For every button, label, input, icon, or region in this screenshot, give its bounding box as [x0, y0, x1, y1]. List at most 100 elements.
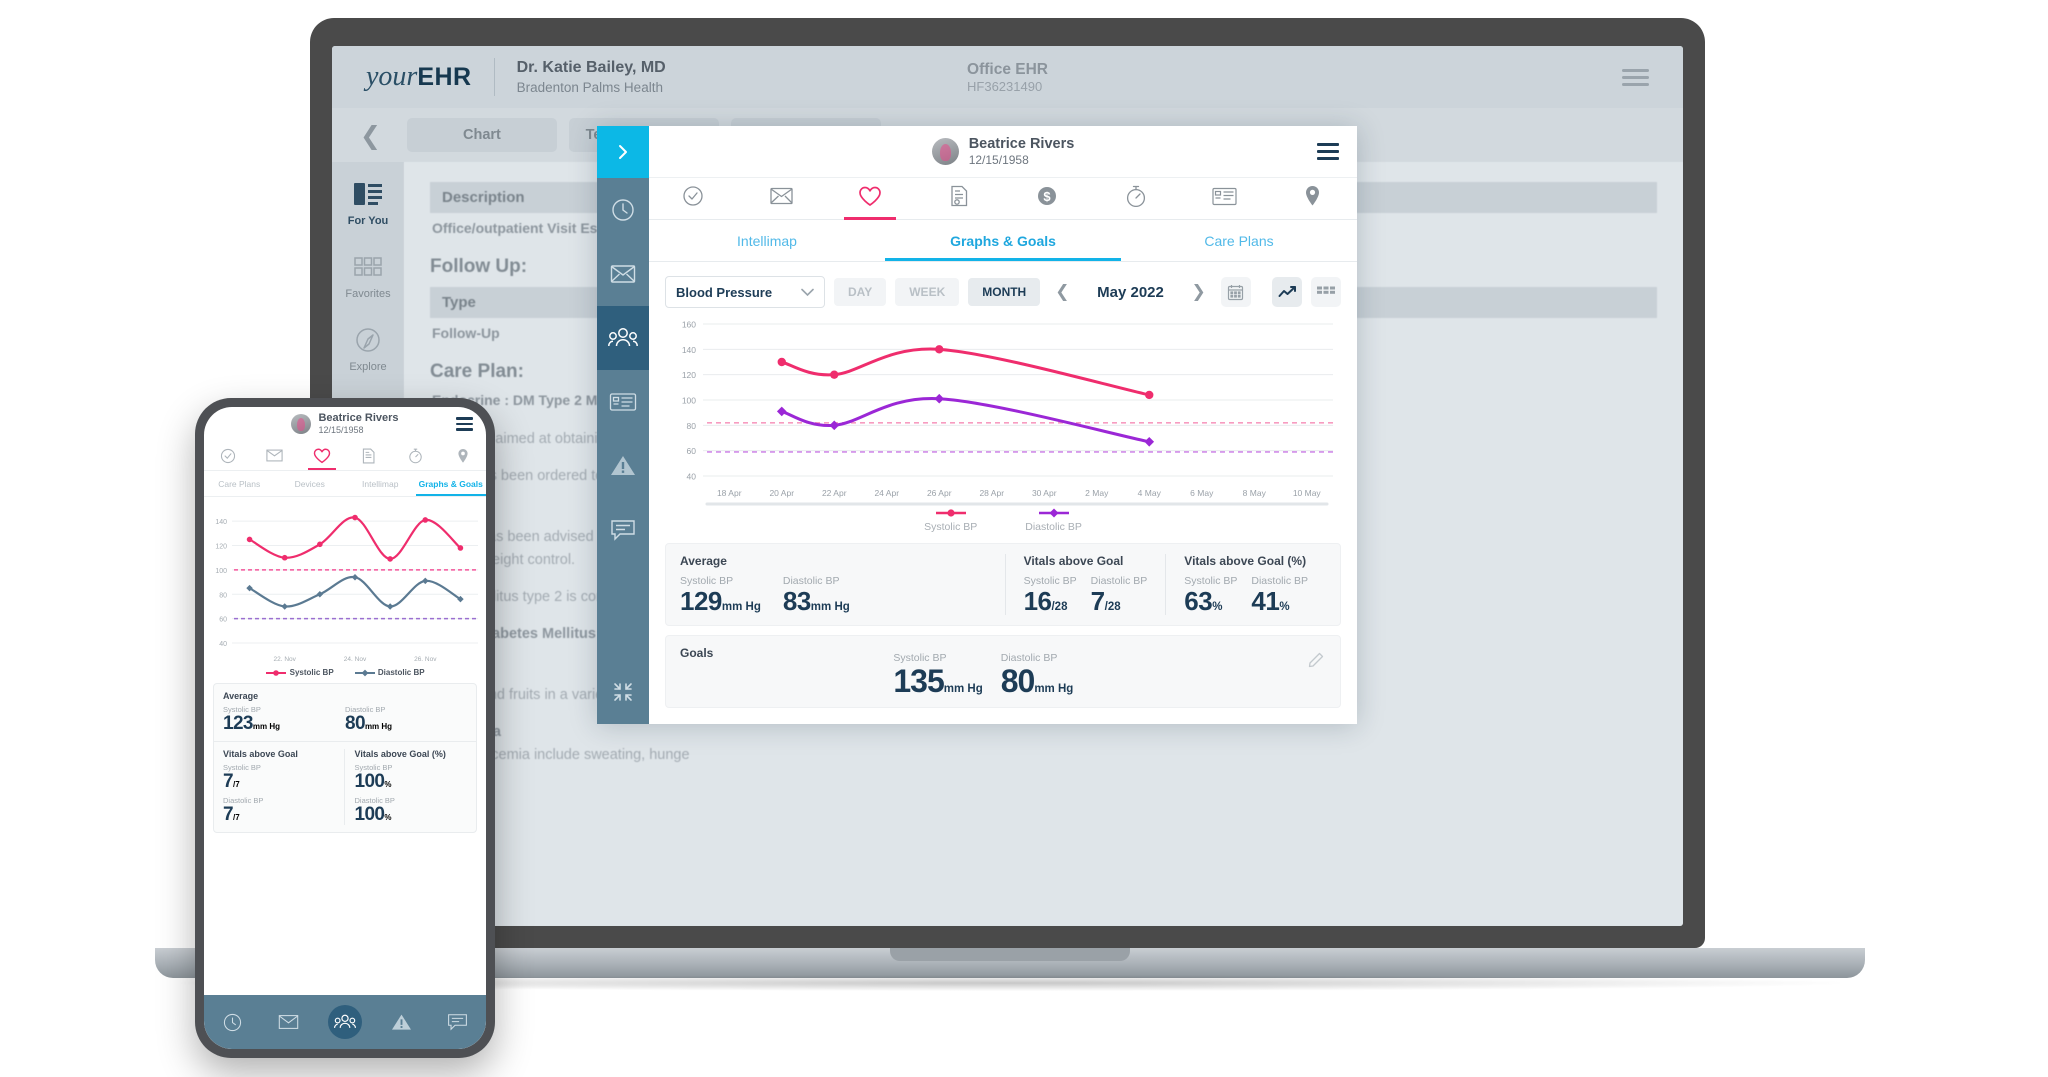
- nav-patients[interactable]: [327, 1005, 362, 1039]
- legend-systolic[interactable]: Systolic BP: [265, 668, 334, 677]
- check-circle-icon: [682, 185, 704, 212]
- phone-bottom-nav: [204, 995, 486, 1049]
- tab-vitals[interactable]: [826, 178, 915, 220]
- chart-svg: 40 60 80 100 120 140 160 18 Apr 20 Apr 22 Apr 24 A…: [682, 320, 1333, 506]
- stat-above-goal-pct: Vitals above Goal (%) Systolic BP 63% Di…: [1165, 554, 1326, 615]
- svg-text:18 Apr: 18 Apr: [717, 488, 742, 498]
- metric-unit: /28: [1051, 601, 1068, 613]
- metric-value: 100: [354, 771, 386, 792]
- collapse-icon[interactable]: [597, 660, 649, 724]
- patient-name: Beatrice Rivers: [318, 411, 399, 424]
- period-label: May 2022: [1097, 283, 1164, 301]
- rail-item-favorites[interactable]: Favorites: [332, 253, 404, 300]
- chevron-right-icon[interactable]: ❯: [1185, 282, 1211, 302]
- tab-messages[interactable]: [251, 441, 298, 470]
- phone-stat-above-goal-pct-title: Vitals above Goal (%): [354, 749, 446, 759]
- goal-value: 135: [893, 663, 944, 699]
- range-day[interactable]: DAY: [834, 278, 887, 306]
- nav-history[interactable]: [215, 1005, 249, 1039]
- hamburger-icon[interactable]: [456, 417, 473, 431]
- tab-tasks[interactable]: [204, 441, 251, 470]
- tab-intellimap[interactable]: Intellimap: [345, 471, 416, 496]
- metric-unit: %: [384, 780, 392, 789]
- goal-systolic: Systolic BP 135mm Hg: [893, 652, 982, 697]
- metric-unit: %: [1279, 601, 1290, 613]
- svg-text:26. Nov: 26. Nov: [414, 656, 437, 663]
- phone-stat-goals: Vitals above Goal Systolic BP 7/7 Diasto…: [214, 741, 476, 832]
- pencil-icon[interactable]: [1308, 652, 1324, 673]
- metric-select-value: Blood Pressure: [676, 284, 773, 300]
- svg-text:24 Apr: 24 Apr: [874, 488, 899, 498]
- list-card-icon: [351, 180, 385, 210]
- tab-care-plans[interactable]: Care Plans: [1121, 220, 1357, 261]
- range-week[interactable]: WEEK: [895, 278, 960, 306]
- svg-text:20 Apr: 20 Apr: [769, 488, 794, 498]
- metric-value: 7: [223, 804, 234, 825]
- tab-insurance[interactable]: [1180, 178, 1269, 220]
- rail-item-for-you[interactable]: For You: [332, 180, 404, 227]
- sidebar-item-chat[interactable]: [597, 498, 649, 562]
- ehr-tab-chart[interactable]: Chart: [406, 118, 557, 152]
- svg-text:26 Apr: 26 Apr: [927, 488, 952, 498]
- table-rows-icon[interactable]: [1311, 277, 1341, 307]
- sidebar-item-patients[interactable]: [597, 306, 649, 370]
- tab-intellimap[interactable]: Intellimap: [649, 220, 885, 261]
- tab-documents[interactable]: [915, 178, 1004, 220]
- hamburger-icon[interactable]: [1622, 68, 1649, 86]
- tab-location[interactable]: [439, 441, 486, 470]
- svg-text:80: 80: [687, 421, 697, 431]
- tab-tasks[interactable]: [649, 178, 738, 220]
- tab-messages[interactable]: [738, 178, 827, 220]
- tab-care-plans[interactable]: Care Plans: [204, 471, 275, 496]
- tab-vitals[interactable]: [298, 441, 345, 470]
- laptop-screen: yourEHR Dr. Katie Bailey, MD Bradenton P…: [332, 46, 1683, 926]
- legend-systolic[interactable]: Systolic BP: [924, 508, 977, 533]
- chevron-right-icon[interactable]: [597, 126, 649, 178]
- tab-graphs-goals[interactable]: Graphs & Goals: [885, 220, 1121, 261]
- chevron-left-icon[interactable]: ❮: [1049, 282, 1075, 302]
- nav-messages[interactable]: [272, 1005, 306, 1039]
- tab-graphs-goals[interactable]: Graphs & Goals: [415, 471, 487, 496]
- legend-diastolic[interactable]: Diastolic BP: [354, 668, 425, 677]
- hamburger-icon[interactable]: [1317, 143, 1339, 160]
- rail-label-explore: Explore: [349, 361, 387, 373]
- blood-pressure-chart[interactable]: 40 60 80 100 120 140 160 18 Apr 20 Apr 22 Apr 24 A…: [665, 316, 1341, 506]
- tab-location[interactable]: [1269, 178, 1358, 220]
- tab-timer[interactable]: [392, 441, 439, 470]
- range-month[interactable]: MONTH: [968, 278, 1041, 306]
- metric-label: Systolic BP: [223, 763, 261, 772]
- stopwatch-icon: [1125, 185, 1147, 213]
- metric-average-systolic: Systolic BP 129mm Hg: [680, 575, 761, 615]
- metric-value: 7: [223, 771, 234, 792]
- tab-timer[interactable]: [1092, 178, 1181, 220]
- patient-avatar: [291, 414, 312, 434]
- sidebar-item-records[interactable]: [597, 370, 649, 434]
- legend-systolic-label: Systolic BP: [924, 521, 978, 533]
- metric-above-goal-diastolic: Diastolic BP 7/28: [1091, 575, 1148, 615]
- metric-above-goal-pct-systolic: Systolic BP 63%: [1184, 575, 1237, 615]
- tab-devices[interactable]: Devices: [275, 471, 346, 496]
- sidebar-item-history[interactable]: [597, 178, 649, 242]
- svg-text:22 Apr: 22 Apr: [822, 488, 847, 498]
- app-logo[interactable]: yourEHR: [366, 63, 472, 91]
- patient-dob: 12/15/1958: [968, 152, 1029, 167]
- phone-blood-pressure-chart[interactable]: 40 60 80 100 120 140 22. Nov 24. Nov 26. Nov: [204, 497, 486, 672]
- calendar-icon[interactable]: [1220, 277, 1251, 307]
- sidebar-item-alerts[interactable]: [597, 434, 649, 498]
- nav-chat[interactable]: [441, 1005, 475, 1039]
- sidebar-item-messages[interactable]: [597, 242, 649, 306]
- stat-above-goal-pct-title: Vitals above Goal (%): [1184, 554, 1307, 568]
- tab-documents[interactable]: [345, 441, 392, 470]
- doctor-info: Dr. Katie Bailey, MD Bradenton Palms Hea…: [517, 57, 666, 97]
- svg-text:24. Nov: 24. Nov: [344, 656, 367, 663]
- tab-billing[interactable]: $: [1003, 178, 1092, 220]
- legend-diastolic[interactable]: Diastolic BP: [1025, 508, 1082, 533]
- nav-alerts[interactable]: [384, 1005, 418, 1039]
- rail-item-explore[interactable]: Explore: [332, 326, 404, 373]
- app-sidebar: [597, 126, 649, 724]
- ehr-context-id: HF36231490: [967, 78, 1043, 94]
- metric-select[interactable]: Blood Pressure: [665, 276, 825, 308]
- phone-icon-tab-bar: [204, 441, 486, 471]
- chevron-left-icon[interactable]: ❮: [360, 121, 381, 150]
- line-chart-icon[interactable]: [1272, 277, 1302, 307]
